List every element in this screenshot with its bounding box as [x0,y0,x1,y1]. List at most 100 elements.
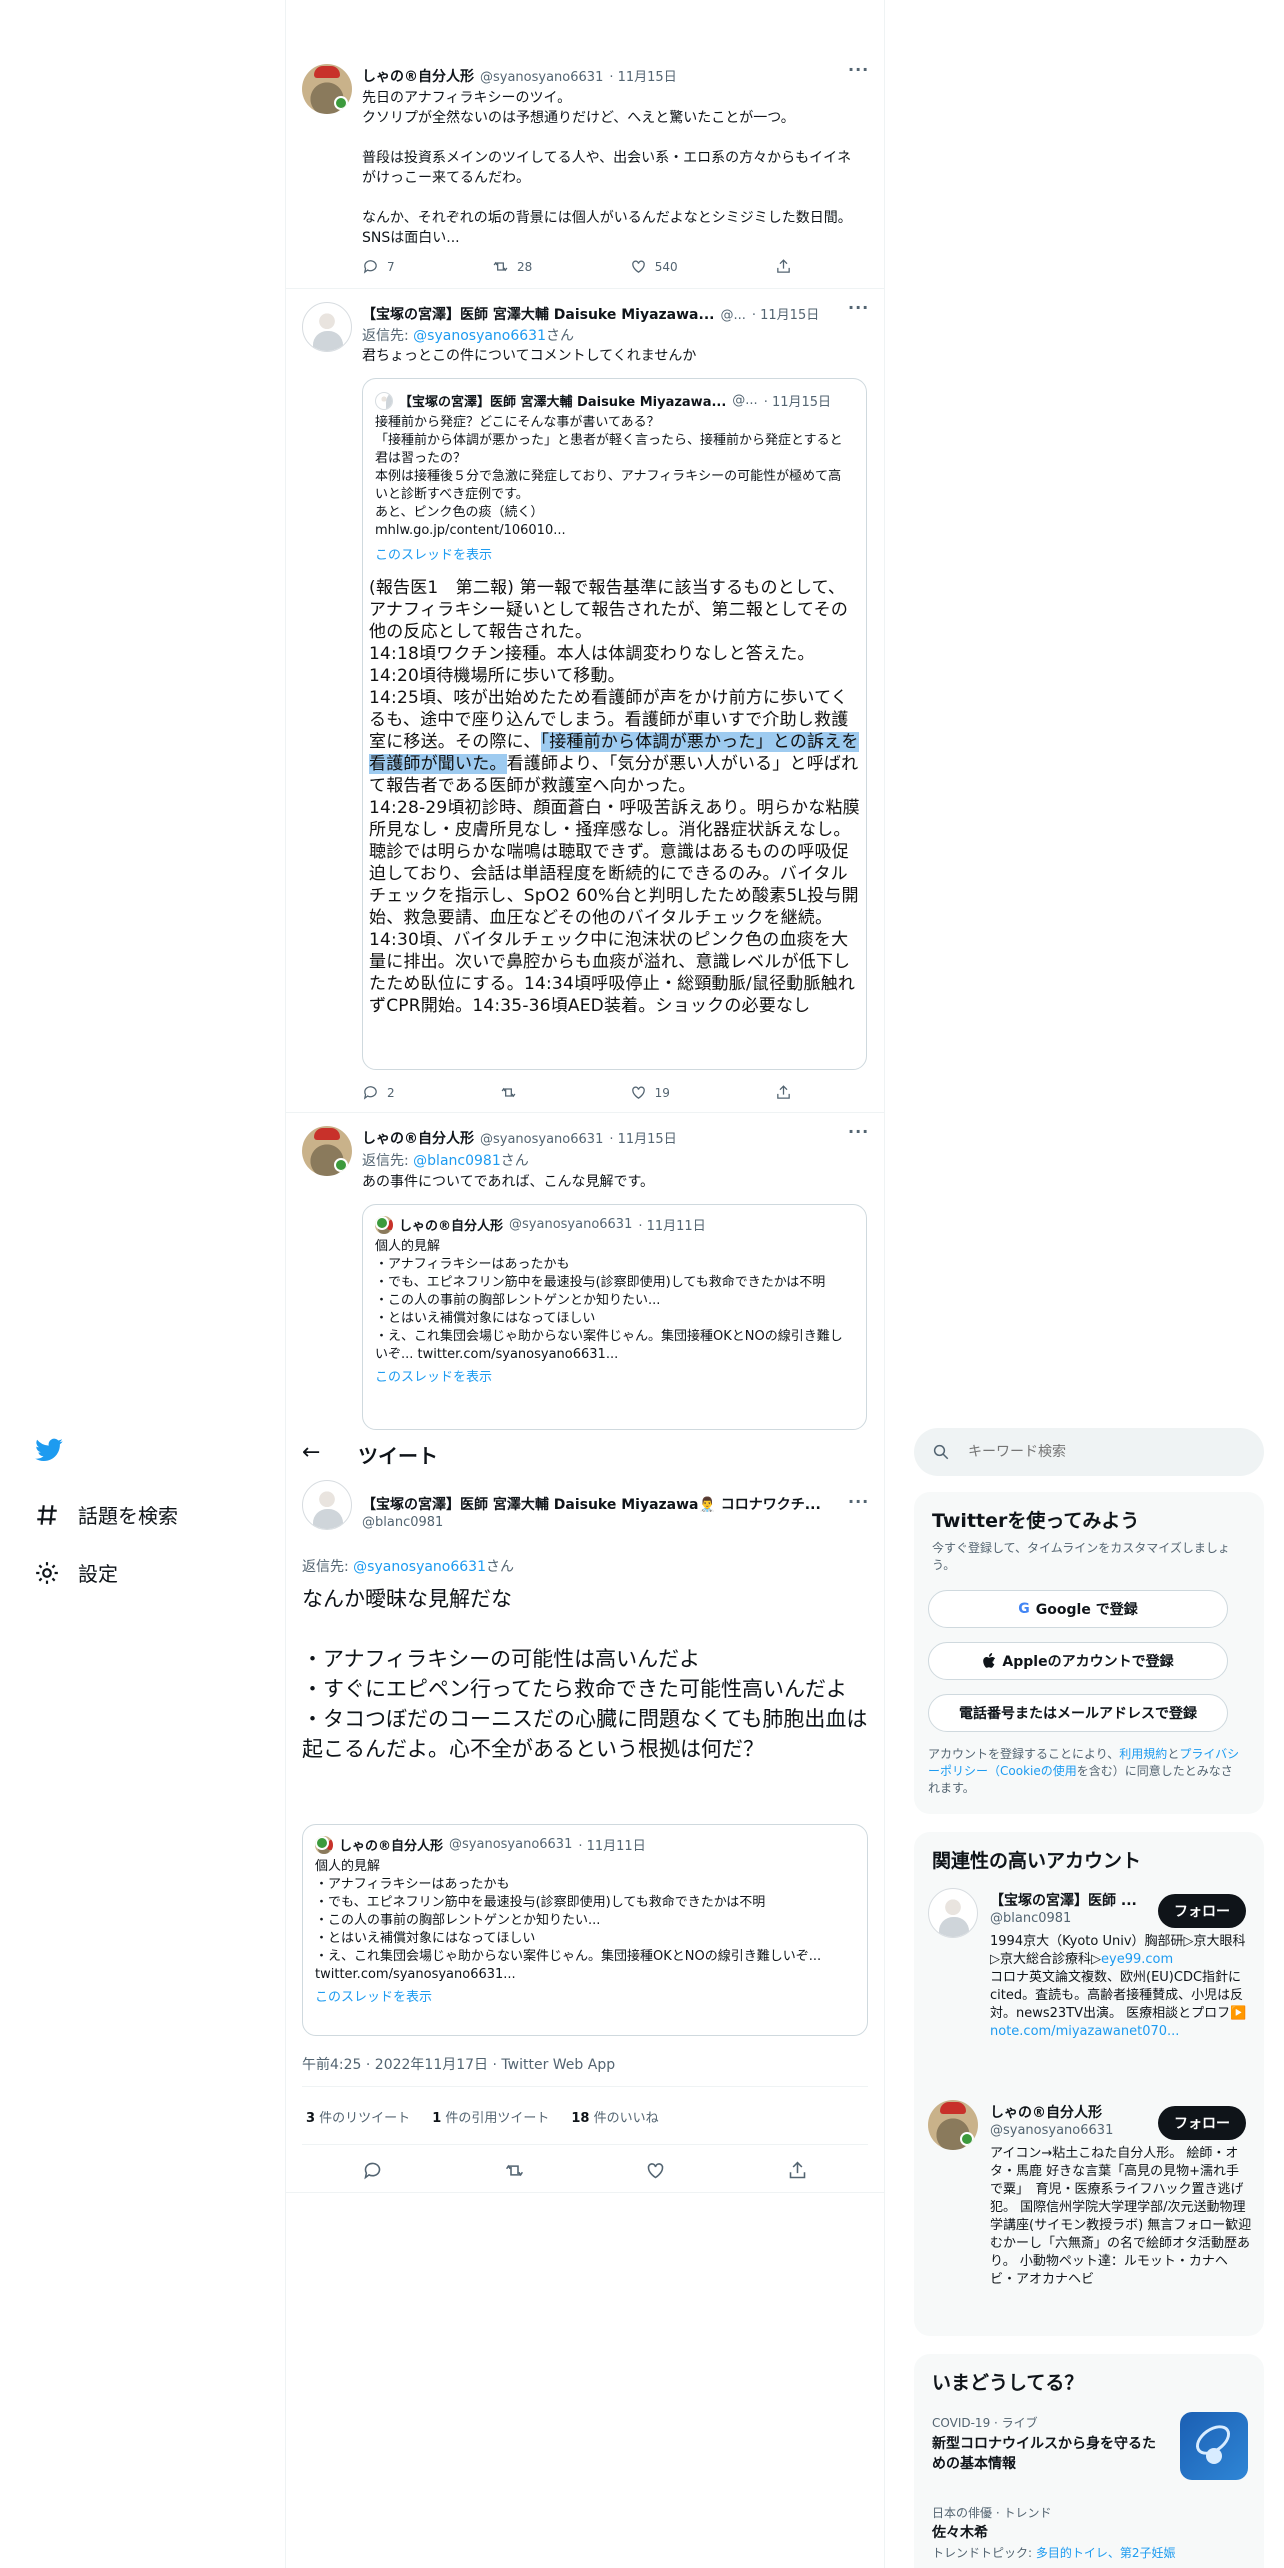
retweet-button[interactable] [504,2160,525,2181]
account-handle[interactable]: @syanosyano6631 [990,2123,1113,2138]
tweet-date[interactable]: · 11月15日 [609,66,676,85]
terms-link[interactable]: 利用規約 [1119,1747,1167,1761]
share-icon [777,1085,790,1099]
author-handle[interactable]: @syanosyano6631 [480,1132,603,1147]
share-icon [777,259,790,273]
retweet-count: 28 [517,259,533,274]
like-button[interactable] [645,2160,666,2181]
quote-date: · 11月11日 [578,1839,646,1854]
avatar[interactable] [302,1480,352,1530]
retweets-stat[interactable]: 3 件のリツイート [306,2107,410,2126]
quotes-stat[interactable]: 1 件の引用ツイート [432,2107,549,2126]
main-header: ← ツイート [286,1432,884,1474]
phone-email-signup-button[interactable]: 電話番号またはメールアドレスで登録 [928,1694,1228,1732]
reply-count: 7 [387,259,395,274]
trend-topics-link[interactable]: 多目的トイレ、第2子妊娠 [1036,2546,1176,2560]
quote-text: 個人的見解 ・アナフィラキシーはあったかも ・でも、エピネフリン筋中を最速投与(… [375,1239,843,1362]
avatar[interactable] [928,1888,978,1938]
tweet-text: 先日のアナフィラキシーのツイ。 クソリプが全然ないのは予想通りだけど、へえと驚い… [362,90,852,246]
bio-link[interactable]: note.com/miyazawanet070... [990,2024,1179,2039]
google-signup-button[interactable]: G Google で登録 [928,1590,1228,1628]
retweet-button[interactable]: 28 [492,258,532,275]
quoted-tweet[interactable]: しゃの®自分人形 @syanosyano6631 · 11月11日 個人的見解 … [362,1204,867,1430]
like-count: 19 [654,1085,670,1100]
hashtag-icon [37,1504,57,1525]
apple-icon [983,1653,996,1668]
document-image[interactable]: (報告医1 第二報) 第一報で報告基準に該当するものとして、アナフィラキシー疑い… [363,563,866,1017]
author-name[interactable]: 【宝塚の宮澤】医師 宮澤大輔 Daisuke Miyazawa👨‍⚕️ コロナワ… [362,1494,842,1514]
share-button[interactable] [775,1084,792,1101]
gear-icon [36,1561,58,1584]
share-button[interactable] [787,2160,808,2181]
tweet-text: 君ちょっとこの件についてコメントしてくれませんか [362,348,697,364]
account-name[interactable]: しゃの®自分人形 [990,2102,1102,2122]
document-text-after: 看護師より、「気分が悪い人がいる」と呼ばれて報告者である医師が救護室へ向かった。… [369,754,860,1016]
follow-button[interactable]: フォロー [1158,2106,1246,2140]
tweet-date[interactable]: · 11月15日 [752,304,819,323]
sidebar-item-explore[interactable]: 話題を検索 [34,1500,178,1529]
trend-topics: トレンドトピック: 多目的トイレ、第2子妊娠 [932,2546,1176,2560]
more-options-icon[interactable]: ··· [848,298,869,317]
author-handle[interactable]: @blanc0981 [362,1515,443,1530]
follow-button[interactable]: フォロー [1158,1894,1246,1928]
quote-author-name: しゃの®自分人形 [399,1219,504,1234]
author-name[interactable]: しゃの®自分人形 [362,1128,474,1148]
twitter-logo-icon[interactable] [34,1438,64,1468]
tweet-stats: 3 件のリツイート 1 件の引用ツイート 18 件のいいね [306,2107,659,2126]
related-title: 関連性の高いアカウント [932,1850,1142,1872]
back-arrow-icon[interactable]: ← [302,1440,320,1465]
retweet-button[interactable] [500,1084,525,1101]
likes-stat[interactable]: 18 件のいいね [571,2107,658,2126]
heart-icon [631,1086,645,1099]
account-handle[interactable]: @blanc0981 [990,1911,1071,1926]
quoted-tweet[interactable]: しゃの®自分人形 @syanosyano6631 · 11月11日 個人的見解 … [302,1824,868,2036]
author-handle[interactable]: @syanosyano6631 [480,70,603,85]
more-options-icon[interactable]: ··· [848,60,869,79]
trends-title: いまどうしてる？ [932,2372,1084,2394]
reply-to-link[interactable]: @syanosyano6631 [353,1559,486,1575]
quoted-tweet[interactable]: 【宝塚の宮澤】医師 宮澤大輔 Daisuke Miyazawa... @... … [362,378,867,1070]
tweet-timestamp[interactable]: 午前4:25 · 2022年11月17日 · Twitter Web App [302,2054,615,2074]
sidebar-item-settings[interactable]: 設定 [34,1558,118,1587]
account-name[interactable]: 【宝塚の宮澤】医師 ... [990,1890,1148,1910]
quote-author-name: しゃの®自分人形 [339,1839,444,1854]
reply-to-link[interactable]: @syanosyano6631 [413,328,546,344]
show-thread-link[interactable]: このスレッドを表示 [375,1366,854,1385]
reply-to-link[interactable]: @blanc0981 [413,1153,501,1169]
trend-meta: COVID-19 · ライブ [932,2416,1038,2430]
author-name[interactable]: しゃの®自分人形 [362,66,474,86]
account-bio: アイコン→粘土こねた自分人形。 絵師・オタ・馬鹿 好きな言葉「高見の見物+濡れ手… [990,2146,1252,2287]
search-icon [933,1444,949,1460]
heart-icon [631,260,645,273]
reply-context: 返信先: @syanosyano6631さん [362,328,574,344]
avatar [375,391,393,410]
more-options-icon[interactable]: ··· [848,1492,869,1511]
trend-title: 佐々木希 [932,2525,988,2541]
reply-button[interactable]: 2 [362,1084,395,1101]
like-button[interactable]: 19 [630,1084,670,1101]
reply-button[interactable]: 7 [362,258,395,275]
avatar[interactable] [302,1126,352,1176]
avatar [315,1835,333,1854]
avatar[interactable] [302,302,352,352]
search-input[interactable] [968,1444,1228,1460]
share-icon [789,2161,806,2179]
avatar[interactable] [302,64,352,114]
bio-link[interactable]: eye99.com [1101,1952,1173,1967]
author-name[interactable]: 【宝塚の宮澤】医師 宮澤大輔 Daisuke Miyazawa... [362,304,714,324]
apple-signup-button[interactable]: Appleのアカウントで登録 [928,1642,1228,1680]
author-handle[interactable]: @... [720,308,745,323]
quote-author-handle: @syanosyano6631 [509,1217,633,1232]
like-button[interactable]: 540 [630,258,678,275]
reply-context: 返信先: @syanosyano6631さん [302,1559,514,1575]
reply-button[interactable] [362,2160,383,2181]
show-thread-link[interactable]: このスレッドを表示 [315,1986,855,2005]
reply-icon [363,1086,377,1100]
quote-author-handle: @syanosyano6631 [449,1837,573,1852]
show-thread-link[interactable]: このスレッドを表示 [375,544,854,563]
avatar[interactable] [928,2100,978,2150]
search-box[interactable] [914,1428,1264,1476]
more-options-icon[interactable]: ··· [848,1122,869,1141]
share-button[interactable] [775,258,792,275]
tweet-date[interactable]: · 11月15日 [609,1128,676,1147]
